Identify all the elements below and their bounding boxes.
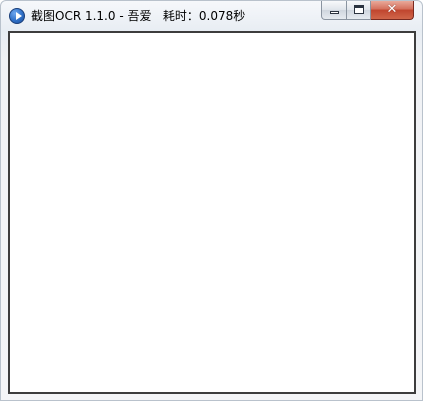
ocr-result-textarea[interactable] (8, 31, 416, 394)
maximize-button[interactable] (347, 1, 371, 20)
caption-buttons: ✕ (321, 1, 414, 21)
title-bar[interactable]: 截图OCR 1.1.0 - 吾爱 耗时：0.078秒 ✕ (1, 1, 422, 31)
minimize-icon (330, 11, 339, 14)
maximize-icon (354, 5, 364, 14)
app-window: 截图OCR 1.1.0 - 吾爱 耗时：0.078秒 ✕ (0, 0, 423, 401)
close-icon: ✕ (386, 2, 398, 17)
window-title: 截图OCR 1.1.0 - 吾爱 耗时：0.078秒 (31, 9, 246, 23)
close-button[interactable]: ✕ (371, 1, 414, 20)
minimize-button[interactable] (321, 1, 347, 20)
app-logo-icon[interactable] (9, 8, 25, 24)
